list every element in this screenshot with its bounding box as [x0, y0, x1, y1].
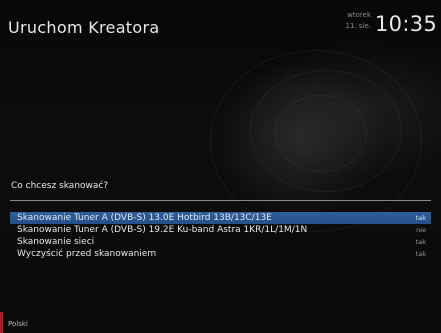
option-label: Skanowanie sieci — [17, 237, 95, 247]
option-scan-network[interactable]: Skanowanie sieci tak — [10, 236, 431, 248]
option-value[interactable]: tak — [416, 236, 426, 248]
language-button[interactable]: Polski — [8, 320, 28, 328]
option-scan-hotbird[interactable]: Skanowanie Tuner A (DVB-S) 13.0E Hotbird… — [10, 212, 431, 224]
footer: Polski — [0, 312, 441, 333]
option-clear-before-scan[interactable]: Wyczyścić przed skanowaniem tak — [10, 248, 431, 260]
red-button-indicator — [0, 312, 3, 333]
scan-options-list: Skanowanie Tuner A (DVB-S) 13.0E Hotbird… — [10, 212, 431, 260]
option-label: Wyczyścić przed skanowaniem — [17, 249, 157, 259]
option-value[interactable]: nie — [416, 224, 426, 236]
date-label: 11. sie. — [345, 22, 371, 30]
option-label: Skanowanie Tuner A (DVB-S) 19.2E Ku-band… — [17, 225, 308, 235]
option-value[interactable]: tak — [416, 212, 426, 224]
divider — [10, 200, 431, 201]
scan-question: Co chcesz skanować? — [11, 181, 109, 191]
date-display: wtorek 11. sie. — [335, 10, 371, 32]
option-label: Skanowanie Tuner A (DVB-S) 13.0E Hotbird… — [17, 213, 272, 223]
clock: 10:35 — [375, 12, 438, 36]
page-title: Uruchom Kreatora — [8, 18, 160, 37]
header: Uruchom Kreatora wtorek 11. sie. 10:35 — [0, 0, 441, 50]
option-value[interactable]: tak — [416, 248, 426, 260]
weekday-label: wtorek — [347, 11, 371, 19]
background-swirl — [275, 95, 367, 172]
option-scan-astra[interactable]: Skanowanie Tuner A (DVB-S) 19.2E Ku-band… — [10, 224, 431, 236]
